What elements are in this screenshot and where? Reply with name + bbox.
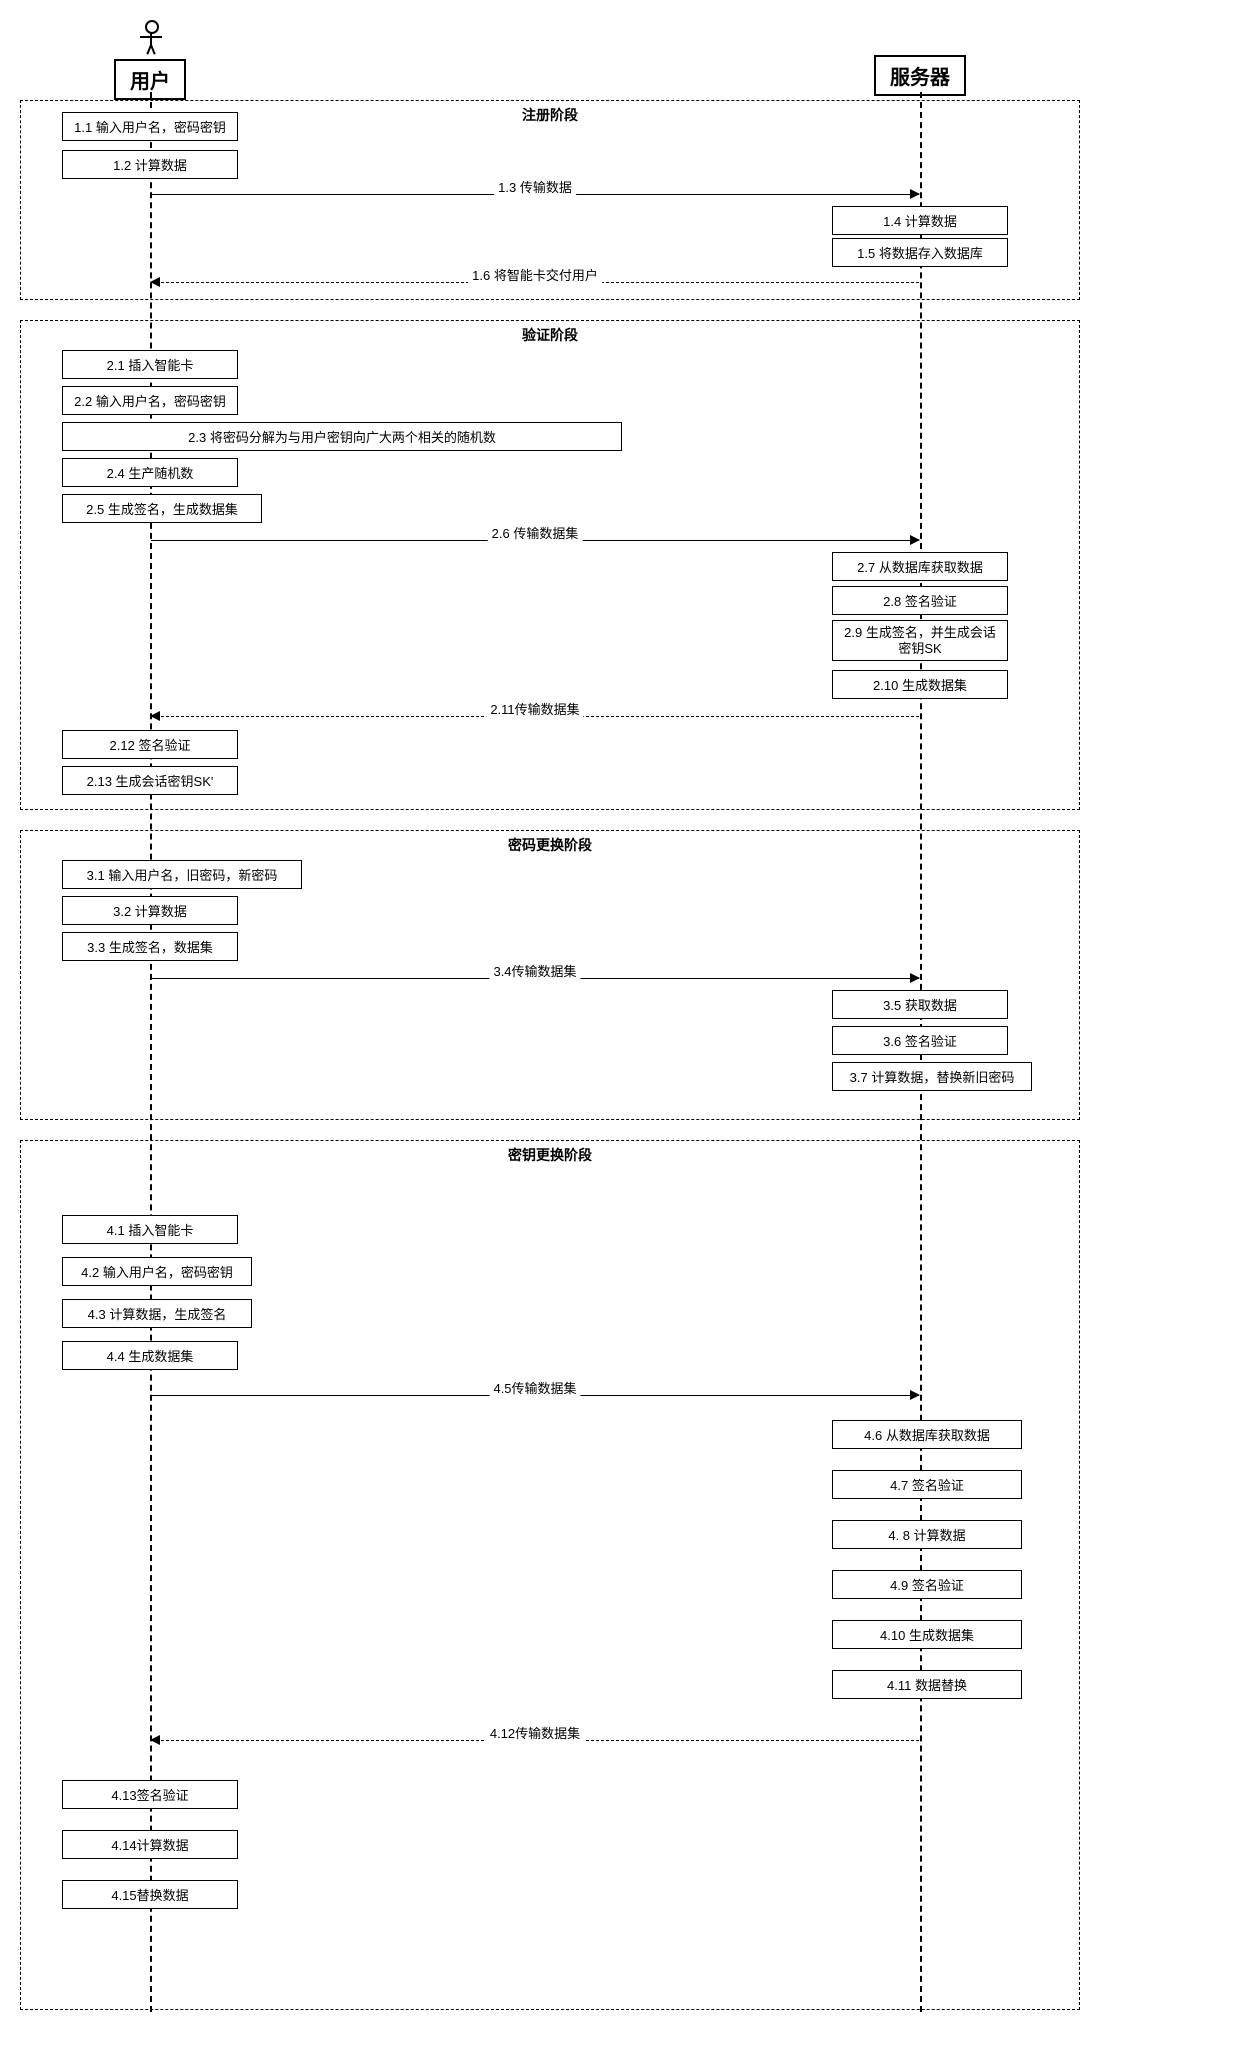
- msg-4-12-label: 4.12传输数据集: [486, 1723, 584, 1742]
- actor-server: 服务器: [860, 55, 980, 96]
- step-4-15: 4.15替换数据: [62, 1880, 238, 1909]
- step-3-1: 3.1 输入用户名，旧密码，新密码: [62, 860, 302, 889]
- msg-2-11-label: 2.11传输数据集: [486, 699, 583, 718]
- step-2-4: 2.4 生产随机数: [62, 458, 238, 487]
- step-3-2: 3.2 计算数据: [62, 896, 238, 925]
- step-1-5: 1.5 将数据存入数据库: [832, 238, 1008, 267]
- arrow-left-icon: [150, 711, 160, 721]
- step-2-3: 2.3 将密码分解为与用户密钥向广大两个相关的随机数: [62, 422, 622, 451]
- msg-2-6-label: 2.6 传输数据集: [488, 523, 583, 542]
- step-3-6: 3.6 签名验证: [832, 1026, 1008, 1055]
- msg-1-6-label: 1.6 将智能卡交付用户: [468, 265, 602, 284]
- msg-1-6: 1.6 将智能卡交付用户: [151, 282, 919, 283]
- step-1-1: 1.1 输入用户名，密码密钥: [62, 112, 238, 141]
- step-2-5: 2.5 生成签名，生成数据集: [62, 494, 262, 523]
- step-1-2: 1.2 计算数据: [62, 150, 238, 179]
- msg-1-3: 1.3 传输数据: [151, 194, 919, 195]
- step-4-13: 4.13签名验证: [62, 1780, 238, 1809]
- actor-user: 用户: [110, 20, 190, 100]
- step-2-9: 2.9 生成签名，并生成会话密钥SK: [832, 620, 1008, 661]
- step-4-7: 4.7 签名验证: [832, 1470, 1022, 1499]
- msg-3-4-label: 3.4传输数据集: [489, 961, 580, 980]
- phase-key-change-title: 密钥更换阶段: [502, 1145, 598, 1165]
- arrow-right-icon: [910, 189, 920, 199]
- arrow-right-icon: [910, 535, 920, 545]
- phase-password-change-title: 密码更换阶段: [502, 835, 598, 855]
- step-4-9: 4.9 签名验证: [832, 1570, 1022, 1599]
- phase-verification-title: 验证阶段: [516, 325, 584, 345]
- arrow-right-icon: [910, 973, 920, 983]
- msg-3-4: 3.4传输数据集: [151, 978, 919, 979]
- step-4-8: 4. 8 计算数据: [832, 1520, 1022, 1549]
- step-2-8: 2.8 签名验证: [832, 586, 1008, 615]
- actor-server-label: 服务器: [874, 55, 966, 96]
- step-3-3: 3.3 生成签名，数据集: [62, 932, 238, 961]
- msg-4-5: 4.5传输数据集: [151, 1395, 919, 1396]
- step-4-3: 4.3 计算数据，生成签名: [62, 1299, 252, 1328]
- arrow-right-icon: [910, 1390, 920, 1400]
- arrow-left-icon: [150, 277, 160, 287]
- step-4-1: 4.1 插入智能卡: [62, 1215, 238, 1244]
- phase-registration-title: 注册阶段: [516, 105, 584, 125]
- step-4-2: 4.2 输入用户名，密码密钥: [62, 1257, 252, 1286]
- step-4-14: 4.14计算数据: [62, 1830, 238, 1859]
- step-2-10: 2.10 生成数据集: [832, 670, 1008, 699]
- step-3-7: 3.7 计算数据，替换新旧密码: [832, 1062, 1032, 1091]
- step-2-12: 2.12 签名验证: [62, 730, 238, 759]
- step-4-6: 4.6 从数据库获取数据: [832, 1420, 1022, 1449]
- step-3-5: 3.5 获取数据: [832, 990, 1008, 1019]
- msg-1-3-label: 1.3 传输数据: [494, 177, 576, 196]
- msg-4-12: 4.12传输数据集: [151, 1740, 919, 1741]
- arrow-left-icon: [150, 1735, 160, 1745]
- step-1-4: 1.4 计算数据: [832, 206, 1008, 235]
- step-2-13: 2.13 生成会话密钥SK': [62, 766, 238, 795]
- user-stick-icon: [140, 20, 160, 56]
- step-2-7: 2.7 从数据库获取数据: [832, 552, 1008, 581]
- msg-2-11: 2.11传输数据集: [151, 716, 919, 717]
- step-2-1: 2.1 插入智能卡: [62, 350, 238, 379]
- step-2-2: 2.2 输入用户名，密码密钥: [62, 386, 238, 415]
- step-4-11: 4.11 数据替换: [832, 1670, 1022, 1699]
- step-4-4: 4.4 生成数据集: [62, 1341, 238, 1370]
- msg-2-6: 2.6 传输数据集: [151, 540, 919, 541]
- msg-4-5-label: 4.5传输数据集: [489, 1378, 580, 1397]
- step-4-10: 4.10 生成数据集: [832, 1620, 1022, 1649]
